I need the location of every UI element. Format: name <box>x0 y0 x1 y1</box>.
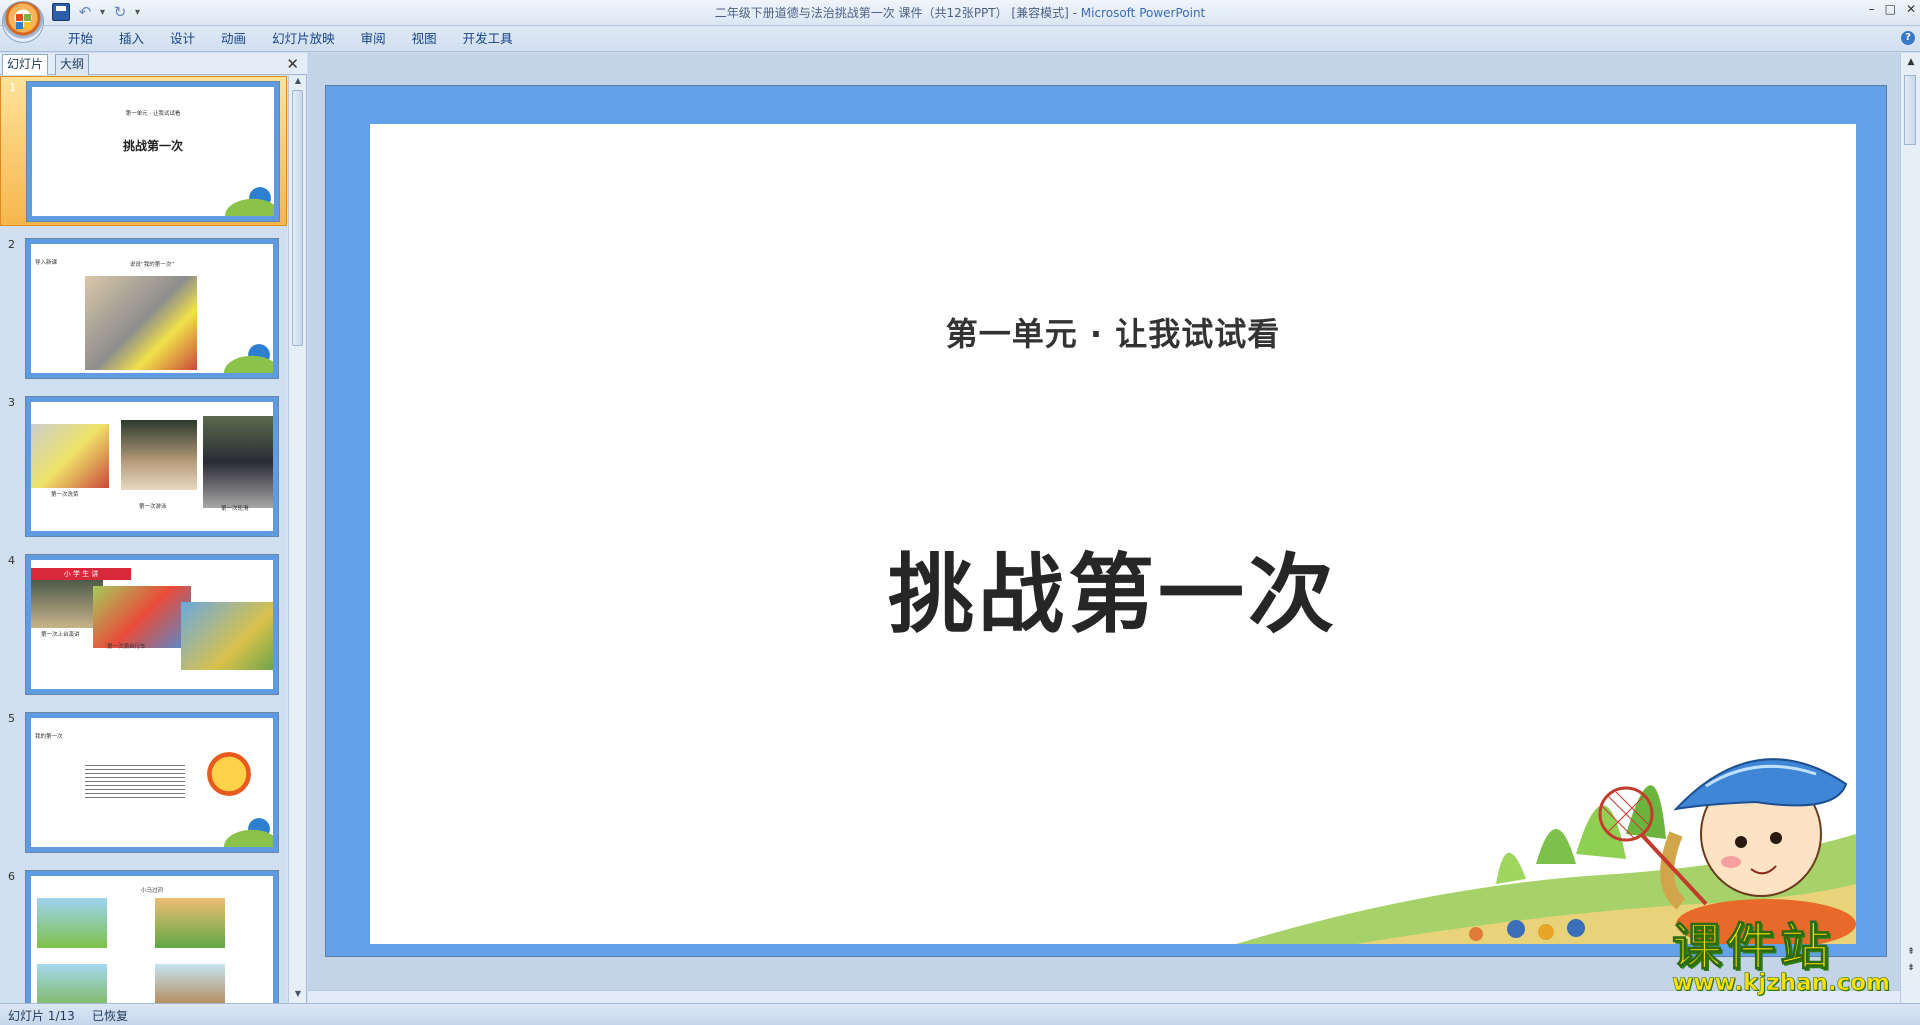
photo <box>203 416 273 508</box>
thumb-heading: 说说“我的第一次” <box>129 262 175 268</box>
tab-slides[interactable]: 幻灯片 <box>2 54 49 75</box>
slide-thumb-4[interactable]: 4 小 学 生 讲 第一次上台演讲 第一次骑自行车 <box>0 550 287 700</box>
tab-design[interactable]: 设计 <box>157 30 208 48</box>
slide-thumb-3[interactable]: 3 第一次洗菜 第一次游泳 第一次轮滑 <box>0 392 287 542</box>
thumb-caption: 第一次游泳 <box>139 504 167 510</box>
thumb-decoration <box>203 343 273 373</box>
slide-number: 1 <box>9 81 16 94</box>
thumb-decoration <box>203 817 273 847</box>
window-controls: – □ ✕ <box>1869 2 1916 16</box>
slide-number: 2 <box>8 238 15 251</box>
maximize-button[interactable]: □ <box>1885 2 1896 16</box>
slide-thumb-2[interactable]: 2 导入新课 说说“我的第一次” <box>0 234 287 384</box>
slide-thumbnails: 1 第一单元 · 让我试试看 挑战第一次 2 导入新课 说说“我的第一次” 3 … <box>0 76 287 1003</box>
mascot-image <box>207 752 251 796</box>
tab-animations[interactable]: 动画 <box>208 30 259 48</box>
close-panel-icon[interactable]: ✕ <box>286 55 299 73</box>
tab-outline[interactable]: 大纲 <box>55 54 90 75</box>
thumb-frame: 第一次洗菜 第一次游泳 第一次轮滑 <box>25 396 279 537</box>
thumb-frame: 小 学 生 讲 第一次上台演讲 第一次骑自行车 <box>25 554 279 695</box>
office-logo-icon <box>16 14 32 30</box>
thumb-caption: 第一次轮滑 <box>221 506 249 512</box>
photo <box>85 276 197 370</box>
status-bar: 幻灯片 1/13 已恢复 <box>0 1003 1920 1025</box>
scroll-thumb[interactable] <box>292 90 303 346</box>
photo <box>37 964 107 1003</box>
ribbon-tabs: 开始 插入 设计 动画 幻灯片放映 审阅 视图 开发工具 ? <box>0 26 1920 52</box>
slide-scrollbar[interactable]: ▲ ⇞ ⇟ <box>1900 53 1920 1003</box>
document-title: 二年级下册道德与法治挑战第一次 课件（共12张PPT） [兼容模式] - <box>714 6 1081 20</box>
thumb-paper: 第一次洗菜 第一次游泳 第一次轮滑 <box>31 402 273 531</box>
slide-number: 5 <box>8 712 15 725</box>
tab-developer[interactable]: 开发工具 <box>450 30 526 48</box>
photo <box>93 586 191 648</box>
window-title: 二年级下册道德与法治挑战第一次 课件（共12张PPT） [兼容模式] - Mic… <box>0 4 1920 21</box>
horizontal-scrollbar[interactable] <box>308 990 1900 1003</box>
app-name: Microsoft PowerPoint <box>1080 6 1206 20</box>
text-lines <box>85 762 185 798</box>
photo <box>31 424 109 488</box>
thumb-frame: 我的第一次 <box>25 712 279 853</box>
thumbnails-scrollbar[interactable]: ▲ ▼ <box>288 76 306 1003</box>
photo <box>155 964 225 1003</box>
slide-thumb-1[interactable]: 1 第一单元 · 让我试试看 挑战第一次 <box>0 76 287 226</box>
slide-number: 4 <box>8 554 15 567</box>
scroll-up-icon[interactable]: ▲ <box>289 76 307 90</box>
tab-slide-show[interactable]: 幻灯片放映 <box>259 30 348 48</box>
slide-title[interactable]: 挑战第一次 <box>370 524 1856 649</box>
thumb-title: 挑战第一次 <box>122 139 183 153</box>
office-button[interactable] <box>2 1 44 43</box>
thumb-frame: 导入新课 说说“我的第一次” <box>25 238 279 379</box>
photo <box>121 420 197 490</box>
thumb-frame: 小马过河 <box>25 870 279 1003</box>
close-button[interactable]: ✕ <box>1906 2 1916 16</box>
thumb-banner: 小 学 生 讲 <box>31 568 131 580</box>
thumb-paper: 小 学 生 讲 第一次上台演讲 第一次骑自行车 <box>31 560 273 689</box>
slide-thumb-5[interactable]: 5 我的第一次 <box>0 708 287 858</box>
slide-frame: 第一单元 · 让我试试看 挑战第一次 <box>325 85 1887 957</box>
watermark-text: 课件站 <box>1672 918 1834 976</box>
slide-subtitle[interactable]: 第一单元 · 让我试试看 <box>370 309 1856 355</box>
slide-thumb-6[interactable]: 6 小马过河 <box>0 866 287 1003</box>
watermark-logo: 课件站 www.kjzhan.com <box>1672 920 1912 1000</box>
photo <box>155 898 225 948</box>
slide-canvas[interactable]: 第一单元 · 让我试试看 挑战第一次 <box>370 124 1856 944</box>
slide-editing-area: 第一单元 · 让我试试看 挑战第一次 <box>308 53 1900 1003</box>
recovered-status: 已恢复 <box>92 1009 129 1023</box>
thumb-paper: 第一单元 · 让我试试看 挑战第一次 <box>32 87 274 216</box>
tab-review[interactable]: 审阅 <box>348 30 399 48</box>
watermark-url: www.kjzhan.com <box>1672 970 1890 997</box>
tab-view[interactable]: 视图 <box>399 30 450 48</box>
slide-number: 3 <box>8 396 15 409</box>
thumb-decoration <box>204 186 274 216</box>
tab-home[interactable]: 开始 <box>55 30 106 48</box>
photo <box>181 602 273 670</box>
photo <box>37 898 107 948</box>
thumb-caption: 第一次洗菜 <box>51 492 79 498</box>
title-bar: ↶ ▾ ↻ ▾ 二年级下册道德与法治挑战第一次 课件（共12张PPT） [兼容模… <box>0 0 1920 43</box>
thumb-subtitle: 第一单元 · 让我试试看 <box>125 111 181 117</box>
thumb-paper: 小马过河 <box>31 876 273 1003</box>
minimize-button[interactable]: – <box>1869 2 1875 16</box>
help-icon[interactable]: ? <box>1901 31 1915 45</box>
panel-tabs: 幻灯片 大纲 ✕ <box>0 53 307 75</box>
thumb-caption: 第一次上台演讲 <box>41 632 80 638</box>
thumb-paper: 我的第一次 <box>31 718 273 847</box>
scroll-down-icon[interactable]: ▼ <box>289 989 307 1003</box>
thumb-paper: 导入新课 说说“我的第一次” <box>31 244 273 373</box>
slides-panel: 幻灯片 大纲 ✕ 1 第一单元 · 让我试试看 挑战第一次 2 导入新课 说说“… <box>0 53 307 1003</box>
thumb-caption: 第一次骑自行车 <box>107 644 146 650</box>
slide-indicator: 幻灯片 1/13 <box>8 1009 75 1023</box>
tab-insert[interactable]: 插入 <box>106 30 157 48</box>
thumb-heading: 小马过河 <box>140 888 163 894</box>
thumb-corner-text: 我的第一次 <box>35 734 63 740</box>
scroll-thumb[interactable] <box>1904 75 1916 145</box>
thumb-frame: 第一单元 · 让我试试看 挑战第一次 <box>26 81 280 222</box>
scroll-up-icon[interactable]: ▲ <box>1901 57 1920 67</box>
slide-number: 6 <box>8 870 15 883</box>
cartoon-decoration-image <box>1236 758 1856 944</box>
